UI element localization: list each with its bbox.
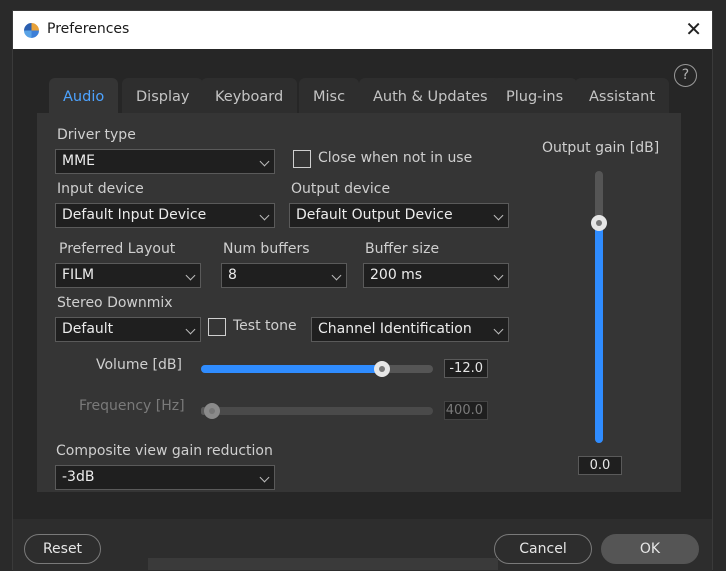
- stereo-downmix-label: Stereo Downmix: [57, 295, 173, 311]
- output-gain-label: Output gain [dB]: [542, 140, 660, 156]
- num-buffers-label: Num buffers: [223, 241, 310, 257]
- num-buffers-value: 8: [228, 267, 237, 283]
- volume-slider-thumb[interactable]: [373, 361, 390, 377]
- tab-keyboard[interactable]: Keyboard: [201, 78, 298, 114]
- buffer-size-value: 200 ms: [370, 267, 423, 283]
- frequency-slider-thumb: [203, 403, 220, 419]
- output-device-label: Output device: [291, 181, 391, 197]
- tab-auth-updates[interactable]: Auth & Updates: [359, 78, 502, 114]
- close-icon[interactable]: ✕: [685, 17, 702, 41]
- help-icon[interactable]: ?: [674, 64, 697, 87]
- tab-audio[interactable]: Audio: [49, 78, 119, 114]
- driver-type-label: Driver type: [57, 127, 136, 143]
- test-tone-signal-value: Channel Identification: [318, 321, 472, 337]
- tab-assistant[interactable]: Assistant: [575, 78, 670, 114]
- stereo-downmix-value: Default: [62, 321, 114, 337]
- close-when-not-in-use-label: Close when not in use: [318, 150, 473, 166]
- composite-gain-select[interactable]: -3dB: [55, 465, 275, 490]
- volume-slider-fill: [201, 365, 382, 373]
- audio-panel: Driver type MME Close when not in use In…: [37, 113, 681, 492]
- close-when-not-in-use-checkbox[interactable]: [293, 150, 311, 168]
- test-tone-signal-select[interactable]: Channel Identification: [311, 317, 509, 342]
- num-buffers-select[interactable]: 8: [221, 263, 347, 288]
- stereo-downmix-select[interactable]: Default: [55, 317, 201, 342]
- buffer-size-select[interactable]: 200 ms: [363, 263, 509, 288]
- title-bar: Preferences ✕: [13, 11, 712, 49]
- chevron-down-icon: [331, 270, 342, 281]
- dialog-body: ? Audio Display Keyboard Misc Auth & Upd…: [13, 49, 712, 519]
- volume-label: Volume [dB]: [96, 357, 182, 373]
- driver-type-select[interactable]: MME: [55, 149, 275, 174]
- tab-plug-ins[interactable]: Plug-ins: [492, 78, 578, 114]
- preferred-layout-select[interactable]: FILM: [55, 263, 201, 288]
- chevron-down-icon: [493, 270, 504, 281]
- driver-type-value: MME: [62, 153, 96, 169]
- tab-display[interactable]: Display: [122, 78, 204, 114]
- tab-misc[interactable]: Misc: [299, 78, 360, 114]
- preferred-layout-value: FILM: [62, 267, 95, 283]
- frequency-value: 400.0: [444, 401, 488, 420]
- volume-slider[interactable]: [201, 361, 433, 377]
- chevron-down-icon: [259, 472, 270, 483]
- preferred-layout-label: Preferred Layout: [59, 241, 176, 257]
- chevron-down-icon: [259, 210, 270, 221]
- chevron-down-icon: [493, 324, 504, 335]
- volume-value[interactable]: -12.0: [444, 359, 488, 378]
- chevron-down-icon: [185, 324, 196, 335]
- chevron-down-icon: [185, 270, 196, 281]
- preferences-dialog: Preferences ✕ ? Audio Display Keyboard M…: [12, 10, 713, 571]
- ok-button[interactable]: OK: [601, 534, 699, 564]
- buffer-size-label: Buffer size: [365, 241, 440, 257]
- frequency-label: Frequency [Hz]: [79, 398, 185, 414]
- output-gain-slider[interactable]: [591, 171, 607, 443]
- output-gain-slider-fill: [595, 222, 603, 443]
- test-tone-label: Test tone: [233, 318, 297, 334]
- input-device-label: Input device: [57, 181, 144, 197]
- output-gain-value[interactable]: 0.0: [578, 456, 622, 475]
- composite-gain-label: Composite view gain reduction: [56, 443, 273, 459]
- app-logo-icon: [24, 23, 39, 38]
- test-tone-checkbox[interactable]: [208, 318, 226, 336]
- chevron-down-icon: [259, 156, 270, 167]
- chevron-down-icon: [493, 210, 504, 221]
- output-gain-slider-thumb[interactable]: [591, 214, 607, 231]
- input-device-value: Default Input Device: [62, 207, 207, 223]
- reset-button[interactable]: Reset: [24, 534, 101, 564]
- composite-gain-value: -3dB: [62, 469, 95, 485]
- input-device-select[interactable]: Default Input Device: [55, 203, 275, 228]
- frequency-slider: [201, 403, 433, 419]
- output-device-select[interactable]: Default Output Device: [289, 203, 509, 228]
- window-title: Preferences: [47, 21, 130, 37]
- background-strip: [148, 558, 498, 570]
- cancel-button[interactable]: Cancel: [494, 534, 592, 564]
- output-device-value: Default Output Device: [296, 207, 453, 223]
